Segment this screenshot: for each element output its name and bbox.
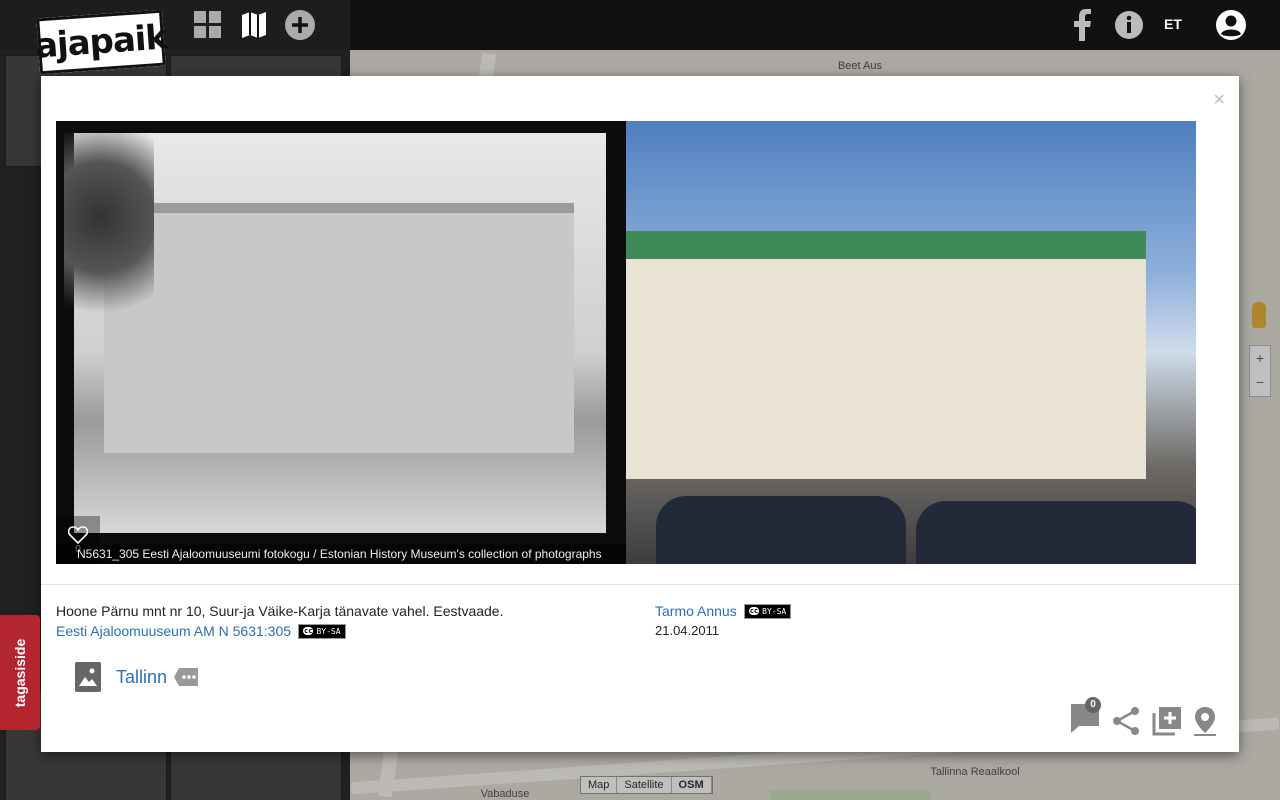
facebook-icon[interactable] [1066,9,1098,41]
photo-source-text[interactable]: Eesti Ajaloomuuseum AM N 5631:305 [56,623,291,639]
info-icon[interactable] [1113,9,1145,41]
map-view-icon[interactable] [238,9,270,41]
language-switcher[interactable]: ET [1164,16,1182,32]
photo-description: Hoone Pärnu mnt nr 10, Suur-ja Väike-Kar… [56,603,504,619]
historic-building [104,203,574,453]
top-header: ET [0,0,1280,50]
historic-photo[interactable] [56,121,626,564]
share-icon[interactable] [1111,706,1141,736]
photo-modal: × 0 N5631_305 Eesti Ajaloomuuseumi fotok… [41,76,1239,752]
comments-button[interactable]: 0 [1069,697,1101,739]
heart-icon [68,525,88,544]
feedback-tab[interactable]: tagasiside [0,615,40,730]
feedback-label: tagasiside [12,638,29,707]
rephoto-date: 21.04.2011 [655,623,720,638]
rephoto[interactable] [626,121,1196,564]
rephoto-car [656,496,906,564]
cc-license-badge[interactable]: cc BY-SA [298,623,346,639]
user-account-icon[interactable] [1215,9,1247,41]
album-link[interactable]: Tallinn [116,667,167,688]
close-button[interactable]: × [1213,90,1225,110]
rephoto-author-name[interactable]: Tarmo Annus [655,603,737,619]
album-photo-icon [75,662,101,692]
rephoto-author[interactable]: Tarmo Annus cc BY-SA [655,603,792,619]
photo-caption: N5631_305 Eesti Ajaloomuuseumi fotokogu … [56,544,626,564]
historic-photo-image [64,133,606,533]
cc-license-badge[interactable]: cc BY-SA [743,603,792,619]
license-text: BY-SA [316,626,341,636]
photo-actions: 0 [1069,697,1217,739]
modal-divider [41,584,1239,585]
rephoto-car [916,501,1196,564]
add-photo-icon[interactable] [284,9,316,41]
album-row: Tallinn [74,661,199,693]
comments-count-badge: 0 [1085,697,1101,713]
add-to-album-icon[interactable] [1151,705,1183,737]
historic-tree [64,133,154,343]
grid-view-icon[interactable] [192,9,224,41]
more-icon[interactable] [173,667,199,687]
location-pin-icon[interactable] [1193,705,1217,737]
photo-source-link[interactable]: Eesti Ajaloomuuseum AM N 5631:305 cc BY-S… [56,623,346,639]
ajapaik-logo[interactable]: ajapaik [34,9,168,75]
license-text: BY-SA [762,606,787,616]
rephoto-building [626,231,1146,479]
